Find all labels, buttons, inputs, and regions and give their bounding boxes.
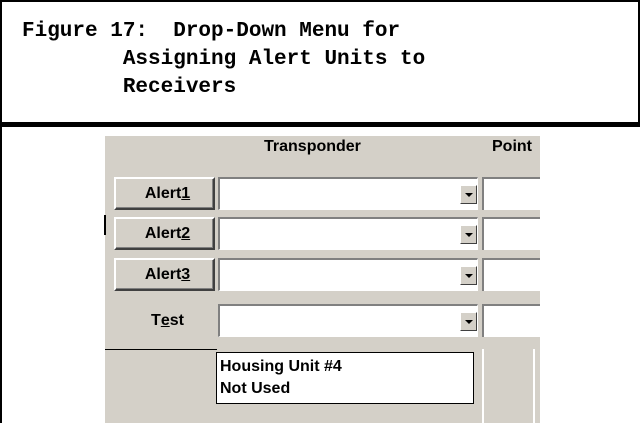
focus-marker	[104, 215, 106, 235]
dropdown-option[interactable]: Not Used	[220, 378, 473, 400]
alert-2-button[interactable]: Alert 2	[114, 217, 215, 250]
column-header-point: Point	[492, 138, 532, 155]
test-label-post: st	[169, 311, 184, 329]
chevron-down-icon[interactable]	[460, 225, 477, 244]
alert-2-hotkey: 2	[181, 224, 191, 242]
chevron-down-icon[interactable]	[460, 266, 477, 285]
alert-1-point-field[interactable]	[482, 177, 540, 210]
alert-3-point-field[interactable]	[482, 258, 540, 291]
alert-3-transponder-combo[interactable]	[218, 258, 478, 291]
divider	[0, 124, 640, 127]
alert-3-button[interactable]: Alert 3	[114, 258, 215, 291]
chevron-down-icon[interactable]	[460, 185, 477, 204]
alert-1-hotkey: 1	[181, 184, 191, 202]
divider	[105, 349, 217, 350]
test-point-field[interactable]	[482, 304, 540, 337]
figure-caption: Figure 17: Drop-Down Menu for Assigning …	[22, 20, 426, 99]
frame-border	[0, 124, 2, 423]
alert-1-label: Alert	[144, 184, 182, 202]
alert-2-transponder-combo[interactable]	[218, 217, 478, 250]
test-label-pre: T	[151, 311, 161, 329]
transponder-dropdown-list[interactable]: Housing Unit #4 Not Used	[216, 352, 474, 404]
test-label-hotkey: e	[160, 311, 170, 329]
test-transponder-combo[interactable]	[218, 304, 478, 337]
divider	[533, 349, 535, 423]
alert-3-label: Alert	[144, 265, 182, 283]
alert-2-label: Alert	[144, 224, 182, 242]
column-header-transponder: Transponder	[264, 138, 361, 155]
chevron-down-icon[interactable]	[460, 312, 477, 331]
dropdown-option[interactable]: Housing Unit #4	[220, 356, 473, 378]
test-label: Te st	[114, 304, 215, 337]
alert-1-button[interactable]: Alert 1	[114, 177, 215, 210]
alert-1-transponder-combo[interactable]	[218, 177, 478, 210]
alert-2-point-field[interactable]	[482, 217, 540, 250]
point-list-area	[482, 349, 540, 423]
alert-3-hotkey: 3	[181, 265, 191, 283]
